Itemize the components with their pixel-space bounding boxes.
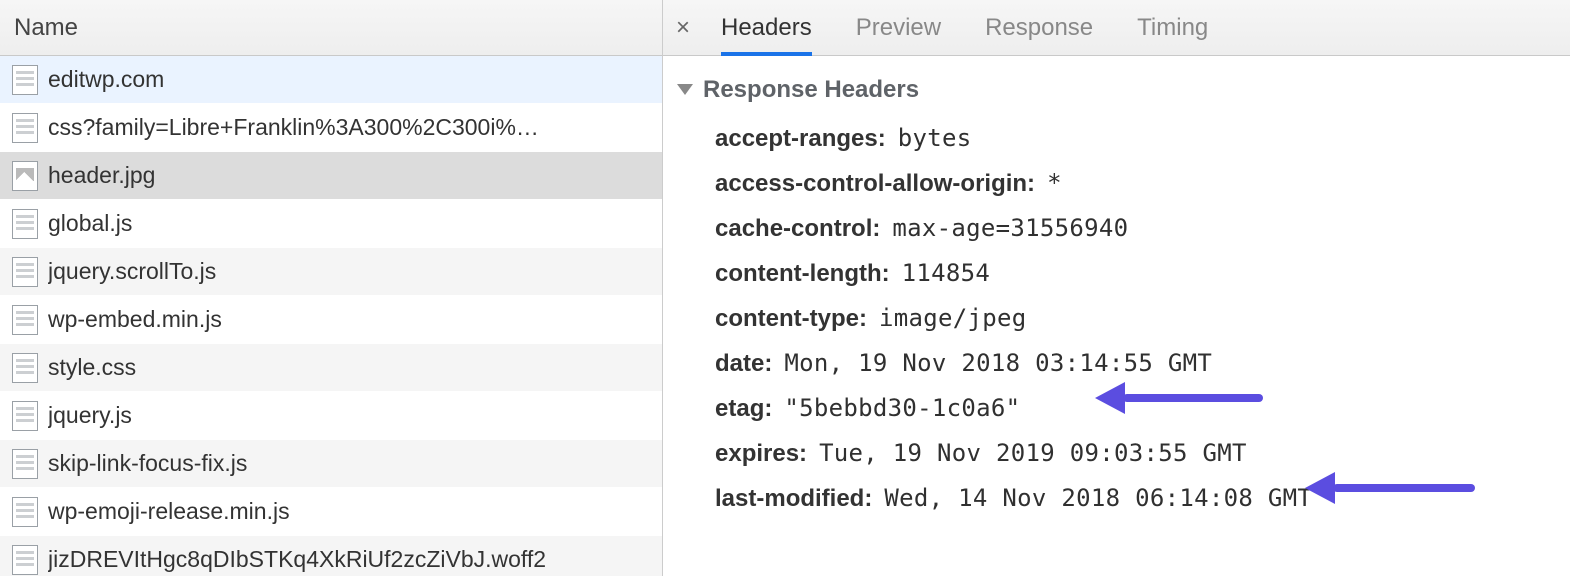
tab-preview[interactable]: Preview bbox=[856, 0, 941, 56]
request-row[interactable]: header.jpg bbox=[0, 152, 662, 200]
request-name: global.js bbox=[48, 210, 662, 237]
headers-panel: Response Headers accept-ranges:bytesacce… bbox=[663, 56, 1570, 521]
response-headers-section-toggle[interactable]: Response Headers bbox=[669, 70, 1570, 116]
detail-tabs: Headers Preview Response Timing bbox=[703, 0, 1208, 55]
header-value: Wed, 14 Nov 2018 06:14:08 GMT bbox=[884, 484, 1312, 512]
detail-tabs-bar: × Headers Preview Response Timing bbox=[663, 0, 1570, 56]
request-name: wp-embed.min.js bbox=[48, 306, 662, 333]
request-row[interactable]: jquery.js bbox=[0, 392, 662, 440]
response-header-row: access-control-allow-origin: * bbox=[715, 161, 1570, 206]
response-header-row: date: Mon, 19 Nov 2018 03:14:55 GMT bbox=[715, 341, 1570, 386]
document-file-icon bbox=[12, 545, 38, 575]
response-header-row: cache-control: max-age=31556940 bbox=[715, 206, 1570, 251]
response-headers-list: accept-ranges: bytes access-control-allow-… bbox=[669, 116, 1570, 521]
header-value: image/jpeg bbox=[879, 304, 1027, 332]
request-row[interactable]: jquery.scrollTo.js bbox=[0, 248, 662, 296]
header-value: max-age=31556940 bbox=[892, 214, 1128, 242]
header-name: date: bbox=[715, 350, 772, 378]
header-name: content-length: bbox=[715, 260, 890, 288]
header-name: content-type: bbox=[715, 305, 867, 333]
document-file-icon bbox=[12, 257, 38, 287]
image-file-icon bbox=[12, 161, 38, 191]
tab-headers[interactable]: Headers bbox=[721, 0, 812, 56]
highlight-arrow-icon bbox=[1305, 482, 1475, 494]
header-name: access-control-allow-origin: bbox=[715, 170, 1035, 198]
request-name: skip-link-focus-fix.js bbox=[48, 450, 662, 477]
response-header-row: etag: 5bebbd30-1c0a6 bbox=[715, 386, 1570, 431]
request-name: wp-emoji-release.min.js bbox=[48, 498, 662, 525]
response-header-row: last-modified: Wed, 14 Nov 2018 06:14:08 … bbox=[715, 476, 1570, 521]
response-header-row: content-type: image/jpeg bbox=[715, 296, 1570, 341]
document-file-icon bbox=[12, 353, 38, 383]
detail-pane: × Headers Preview Response Timing Response … bbox=[663, 0, 1570, 576]
header-value: Mon, 19 Nov 2018 03:14:55 GMT bbox=[784, 349, 1212, 377]
header-value: 5bebbd30-1c0a6 bbox=[784, 394, 1020, 422]
header-name: etag: bbox=[715, 395, 772, 423]
name-column-header[interactable]: Name bbox=[0, 0, 662, 56]
requests-rows: editwp.com css?family=Libre+Franklin%3A30… bbox=[0, 56, 662, 576]
header-name: accept-ranges: bbox=[715, 125, 886, 153]
document-file-icon bbox=[12, 449, 38, 479]
request-name: header.jpg bbox=[48, 162, 662, 189]
document-file-icon bbox=[12, 209, 38, 239]
document-file-icon bbox=[12, 65, 38, 95]
request-row[interactable]: editwp.com bbox=[0, 56, 662, 104]
response-header-row: accept-ranges: bytes bbox=[715, 116, 1570, 161]
request-name: style.css bbox=[48, 354, 662, 381]
request-row[interactable]: skip-link-focus-fix.js bbox=[0, 440, 662, 488]
request-name: jizDREVItHgc8qDIbSTKq4XkRiUf2zcZiVbJ.wof… bbox=[48, 546, 662, 573]
request-row[interactable]: jizDREVItHgc8qDIbSTKq4XkRiUf2zcZiVbJ.wof… bbox=[0, 536, 662, 576]
close-icon[interactable]: × bbox=[663, 0, 703, 55]
header-value: bytes bbox=[898, 124, 972, 152]
document-file-icon bbox=[12, 113, 38, 143]
header-name: expires: bbox=[715, 440, 807, 468]
tab-response[interactable]: Response bbox=[985, 0, 1093, 56]
name-column-header-label: Name bbox=[14, 0, 78, 56]
requests-list-pane: Name editwp.com css?family=Libre+Franklin… bbox=[0, 0, 663, 576]
header-value: * bbox=[1047, 169, 1062, 197]
document-file-icon bbox=[12, 305, 38, 335]
response-header-row: expires: Tue, 19 Nov 2019 09:03:55 GMT bbox=[715, 431, 1570, 476]
request-name: editwp.com bbox=[48, 66, 662, 93]
highlight-arrow-icon bbox=[1095, 392, 1263, 404]
request-name: css?family=Libre+Franklin%3A300%2C300i%… bbox=[48, 114, 662, 141]
request-row[interactable]: global.js bbox=[0, 200, 662, 248]
document-file-icon bbox=[12, 497, 38, 527]
request-row[interactable]: style.css bbox=[0, 344, 662, 392]
request-row[interactable]: wp-emoji-release.min.js bbox=[0, 488, 662, 536]
header-value: Tue, 19 Nov 2019 09:03:55 GMT bbox=[819, 439, 1247, 467]
header-name: cache-control: bbox=[715, 215, 880, 243]
tab-timing[interactable]: Timing bbox=[1137, 0, 1208, 56]
request-name: jquery.js bbox=[48, 402, 662, 429]
response-header-row: content-length: 114854 bbox=[715, 251, 1570, 296]
request-row[interactable]: css?family=Libre+Franklin%3A300%2C300i%… bbox=[0, 104, 662, 152]
devtools-network-panel: Name editwp.com css?family=Libre+Franklin… bbox=[0, 0, 1570, 576]
header-name: last-modified: bbox=[715, 485, 872, 513]
document-file-icon bbox=[12, 401, 38, 431]
chevron-down-icon bbox=[677, 84, 693, 95]
request-row[interactable]: wp-embed.min.js bbox=[0, 296, 662, 344]
section-title: Response Headers bbox=[703, 76, 919, 104]
request-name: jquery.scrollTo.js bbox=[48, 258, 662, 285]
header-value: 114854 bbox=[902, 259, 991, 287]
